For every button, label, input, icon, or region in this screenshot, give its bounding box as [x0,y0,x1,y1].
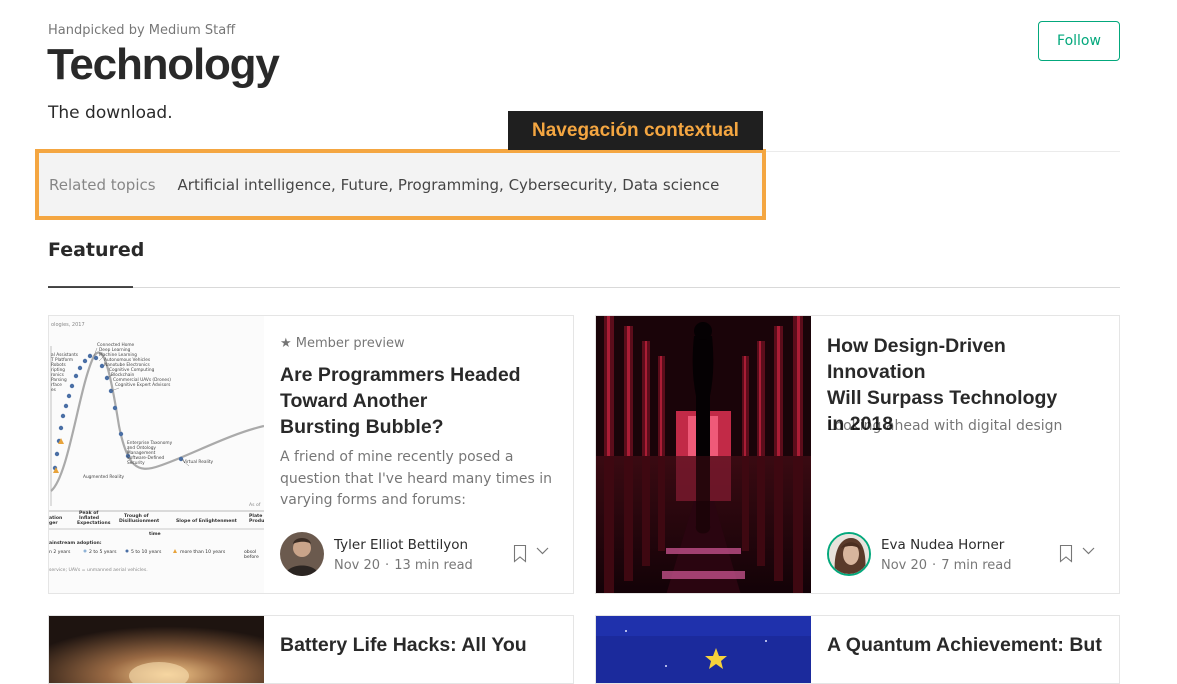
svg-text:more than 10 years: more than 10 years [180,549,226,555]
svg-text:Expectations: Expectations [77,520,111,526]
avatar[interactable] [827,532,871,576]
hype-cycle-chart-image: ologies, 2017 Connected Home Deep Learnin… [49,316,264,593]
svg-text:5 to 10 years: 5 to 10 years [131,549,162,555]
annotation-label: Navegación contextual [508,111,763,150]
avatar[interactable] [280,532,324,576]
post-date: Nov 20 [334,558,381,573]
article-title[interactable]: A Quantum Achievement: But [827,632,1102,658]
svg-text:Augmented Reality: Augmented Reality [83,474,125,480]
svg-text:Security: Security [127,460,145,466]
article-card[interactable]: ologies, 2017 Connected Home Deep Learnin… [48,315,574,594]
svg-text:before: before [244,554,259,560]
chevron-down-icon[interactable] [536,546,549,556]
svg-text:time: time [149,531,161,537]
related-topics-highlight: Related topics Artificial intelligence, … [35,149,766,220]
featured-tab[interactable]: Featured [48,239,144,261]
svg-text:n 2 years: n 2 years [49,549,71,555]
article-title[interactable]: Are Programmers Headed Toward Another Bu… [280,362,521,440]
svg-text:ger: ger [49,520,58,526]
read-time: 7 min read [941,558,1012,573]
blue-starfield [596,616,811,683]
article-meta: Nov 20 · 7 min read [881,558,1012,573]
read-time: 13 min read [394,558,473,573]
topic-link-programming[interactable]: Programming [398,176,499,194]
bookmark-icon[interactable] [513,544,527,563]
svg-text:Virtual Reality: Virtual Reality [183,459,214,465]
bookmark-icon[interactable] [1059,544,1073,563]
svg-text:es: es [51,388,57,393]
svg-text:As of: As of [249,502,261,508]
svg-text:ologies, 2017: ologies, 2017 [51,322,85,328]
article-content: A Quantum Achievement: But [827,616,1105,683]
svg-text:2 to 5 years: 2 to 5 years [89,549,117,555]
svg-text:Slope of Enlightenment: Slope of Enlightenment [176,518,238,524]
svg-text:Disillusionment: Disillusionment [119,518,160,524]
article-card[interactable]: Battery Life Hacks: All You [48,615,574,684]
author-row: Eva Nudea Horner Nov 20 · 7 min read [827,532,1105,578]
section-divider [48,287,1120,288]
warm-photo [49,616,264,683]
article-meta: Nov 20 · 13 min read [334,558,473,573]
topic-link-future[interactable]: Future [341,176,389,194]
topic-link-data-science[interactable]: Data science [622,176,719,194]
svg-text:Produ: Produ [249,518,264,524]
article-title[interactable]: Battery Life Hacks: All You [280,632,527,658]
article-card[interactable]: How Design-Driven Innovation Will Surpas… [595,315,1120,594]
follow-button[interactable]: Follow [1038,21,1120,61]
page-tagline: The download. [48,103,173,123]
author-name[interactable]: Tyler Elliot Bettilyon [334,537,468,553]
featured-tab-indicator [48,286,133,288]
red-corridor-photo [596,316,811,593]
related-topics-list: Artificial intelligence, Future, Program… [177,175,720,194]
article-content: How Design-Driven Innovation Will Surpas… [827,316,1105,593]
author-name[interactable]: Eva Nudea Horner [881,537,1004,553]
related-topics-label: Related topics [49,175,156,194]
article-card[interactable]: A Quantum Achievement: But [595,615,1120,684]
svg-text:Cognitive Expert Advisors: Cognitive Expert Advisors [115,382,171,388]
page-title: Technology [47,40,280,89]
article-content: ★ Member preview Are Programmers Headed … [280,316,559,593]
article-subtitle[interactable]: Looking ahead with digital design [827,416,1062,438]
chevron-down-icon[interactable] [1082,546,1095,556]
svg-text:service; UAVs = unmanned aeria: service; UAVs = unmanned aerial vehicles… [49,567,148,573]
handpicked-label: Handpicked by Medium Staff [48,23,236,38]
article-subtitle[interactable]: A friend of mine recently posed a questi… [280,447,552,512]
topic-link-cybersecurity[interactable]: Cybersecurity [509,176,613,194]
svg-text:ainstream adoption:: ainstream adoption: [49,540,102,546]
author-row: Tyler Elliot Bettilyon Nov 20 · 13 min rea… [280,532,559,578]
member-preview-label: ★ Member preview [280,336,405,351]
article-content: Battery Life Hacks: All You [280,616,559,683]
topic-link-artificial-intelligence[interactable]: Artificial intelligence [178,176,332,194]
post-date: Nov 20 [881,558,928,573]
